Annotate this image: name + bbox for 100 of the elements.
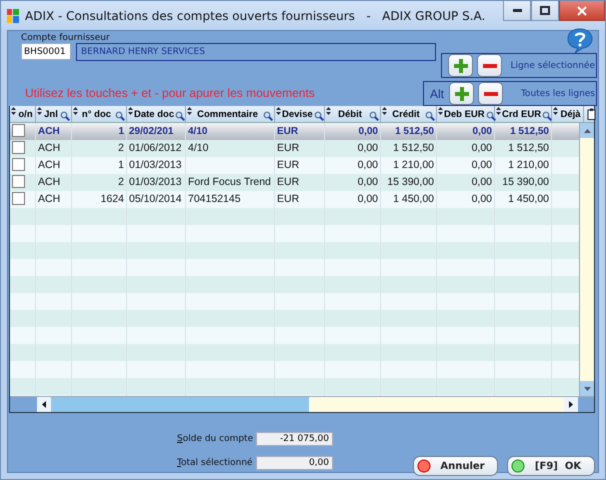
table-cell: 0,00 bbox=[358, 142, 378, 154]
maximize-button[interactable] bbox=[531, 1, 559, 21]
help-icon[interactable] bbox=[566, 28, 594, 54]
account-name-field[interactable]: BERNARD HENRY SERVICES bbox=[76, 43, 436, 61]
table-cell: 01/06/2012 bbox=[129, 142, 182, 154]
table-cell: 0,00 bbox=[358, 159, 378, 171]
table-cell: 1624 bbox=[100, 193, 124, 205]
sort-icon[interactable] bbox=[326, 107, 331, 115]
column-label: n° doc bbox=[80, 108, 112, 120]
row-checkbox[interactable] bbox=[12, 140, 25, 154]
vertical-scrollbar[interactable] bbox=[579, 123, 594, 396]
sort-icon[interactable] bbox=[187, 107, 192, 115]
clipboard-icon[interactable] bbox=[586, 108, 596, 120]
table-cell: EUR bbox=[277, 193, 300, 205]
column-header[interactable]: Date doc bbox=[127, 106, 186, 122]
column-header[interactable]: Deb EUR bbox=[437, 106, 495, 122]
sort-icon[interactable] bbox=[553, 107, 558, 115]
search-icon[interactable] bbox=[175, 111, 186, 121]
scroll-right-icon[interactable] bbox=[569, 401, 573, 408]
window-title: ADIX - Consultations des comptes ouverts fournisseurs - ADIX GROUP S.A. bbox=[25, 8, 486, 22]
column-header[interactable]: Crd EUR bbox=[495, 106, 552, 122]
table-cell: ACH bbox=[38, 142, 60, 154]
table-cell: 0,00 bbox=[472, 176, 492, 188]
hint-text: Utilisez les touches + et - pour apurer les mouvements bbox=[25, 86, 315, 100]
sort-icon[interactable] bbox=[37, 107, 42, 115]
table-row[interactable]: ACH 2 01/06/2012 4/10 EUR 0,00 1 512,50 0,00 1 512,50 bbox=[10, 140, 579, 157]
search-icon[interactable] bbox=[486, 111, 496, 121]
ok-button[interactable]: [F9] OK bbox=[507, 456, 595, 476]
table-row[interactable]: ACH 1 29/02/201 4/10 EUR 0,00 1 512,50 0,00 1 512,50 bbox=[10, 123, 579, 140]
sort-icon[interactable] bbox=[382, 107, 387, 115]
column-header[interactable]: n° doc bbox=[72, 106, 127, 122]
sort-icon[interactable] bbox=[276, 107, 281, 115]
column-header[interactable]: Devise bbox=[275, 106, 325, 122]
row-checkbox[interactable] bbox=[12, 158, 25, 171]
table-cell: ACH bbox=[38, 126, 60, 137]
table-cell: 1 210,00 bbox=[393, 159, 434, 171]
sort-icon[interactable] bbox=[438, 107, 443, 115]
table-row[interactable]: ACH 2 01/03/2013 Ford Focus Trend EUR 0,00 15 390,00 0,00 15 390,00 bbox=[10, 174, 579, 191]
scroll-left-icon[interactable] bbox=[42, 401, 46, 408]
table-cell: EUR bbox=[277, 176, 300, 188]
table-cell: 0,00 bbox=[472, 126, 492, 137]
search-icon[interactable] bbox=[542, 111, 552, 121]
plus-icon bbox=[454, 58, 468, 72]
plus-icon bbox=[454, 86, 469, 100]
sort-icon[interactable] bbox=[73, 107, 78, 115]
row-checkbox[interactable] bbox=[12, 192, 25, 205]
table-cell: EUR bbox=[277, 159, 300, 171]
add-button[interactable] bbox=[448, 54, 473, 77]
column-header[interactable]: o/n bbox=[10, 106, 36, 122]
add-button[interactable] bbox=[449, 82, 474, 105]
column-header[interactable]: Jnl bbox=[36, 106, 72, 122]
minus-icon bbox=[484, 92, 498, 96]
column-label: Crédit bbox=[391, 108, 421, 120]
sort-icon[interactable] bbox=[128, 107, 133, 115]
table-cell: 1 512,50 bbox=[510, 126, 549, 137]
remove-button[interactable] bbox=[477, 54, 502, 77]
close-button[interactable] bbox=[559, 1, 605, 21]
status-light-icon bbox=[511, 459, 525, 473]
row-checkbox[interactable] bbox=[12, 124, 25, 137]
scroll-up-icon[interactable] bbox=[584, 128, 590, 132]
search-icon[interactable] bbox=[314, 111, 324, 121]
table-cell: 0,00 bbox=[358, 193, 378, 205]
sort-icon[interactable] bbox=[11, 107, 16, 115]
table-cell: 704152145 bbox=[188, 193, 241, 205]
search-icon[interactable] bbox=[263, 111, 273, 121]
table-cell: 0,00 bbox=[358, 176, 378, 188]
search-icon[interactable] bbox=[425, 111, 435, 121]
row-checkbox[interactable] bbox=[12, 174, 25, 188]
column-header[interactable]: Commentaire bbox=[186, 106, 275, 122]
minimize-button[interactable] bbox=[503, 1, 531, 21]
account-label: Compte fournisseur bbox=[21, 33, 110, 43]
search-icon[interactable] bbox=[369, 111, 379, 121]
account-code-field[interactable]: BHS0001 bbox=[21, 43, 71, 60]
table-cell: 4/10 bbox=[188, 126, 208, 137]
column-header[interactable]: Débit bbox=[325, 106, 381, 122]
total-field: -21 075,00 bbox=[256, 432, 333, 446]
column-label: Jnl bbox=[43, 108, 59, 120]
column-label: Commentaire bbox=[196, 108, 259, 120]
scroll-thumb[interactable] bbox=[51, 397, 309, 412]
table-cell: 2 bbox=[118, 176, 124, 188]
table-cell: 1 450,00 bbox=[393, 193, 434, 205]
column-header[interactable]: Déjà bbox=[552, 106, 584, 122]
cancel-button[interactable]: Annuler bbox=[413, 456, 498, 476]
table-cell: 0,00 bbox=[358, 126, 378, 137]
column-label: Débit bbox=[337, 108, 363, 120]
column-label: Date doc bbox=[134, 108, 174, 120]
column-header[interactable]: Crédit bbox=[381, 106, 437, 122]
search-icon[interactable] bbox=[115, 111, 125, 121]
search-icon[interactable] bbox=[60, 111, 70, 121]
total-field: 0,00 bbox=[256, 456, 333, 470]
table-cell: EUR bbox=[277, 126, 298, 137]
modifier-label: Alt bbox=[430, 86, 444, 100]
panel-label: Toutes les lignes bbox=[520, 88, 596, 98]
scroll-down-icon[interactable] bbox=[584, 386, 590, 390]
table-cell: 1 512,50 bbox=[395, 126, 434, 137]
table-cell: 01/03/2013 bbox=[129, 176, 182, 188]
sort-icon[interactable] bbox=[496, 107, 501, 115]
table-cell: 05/10/2014 bbox=[129, 193, 182, 205]
remove-button[interactable] bbox=[478, 82, 504, 105]
table-cell: 01/03/2013 bbox=[129, 159, 182, 171]
